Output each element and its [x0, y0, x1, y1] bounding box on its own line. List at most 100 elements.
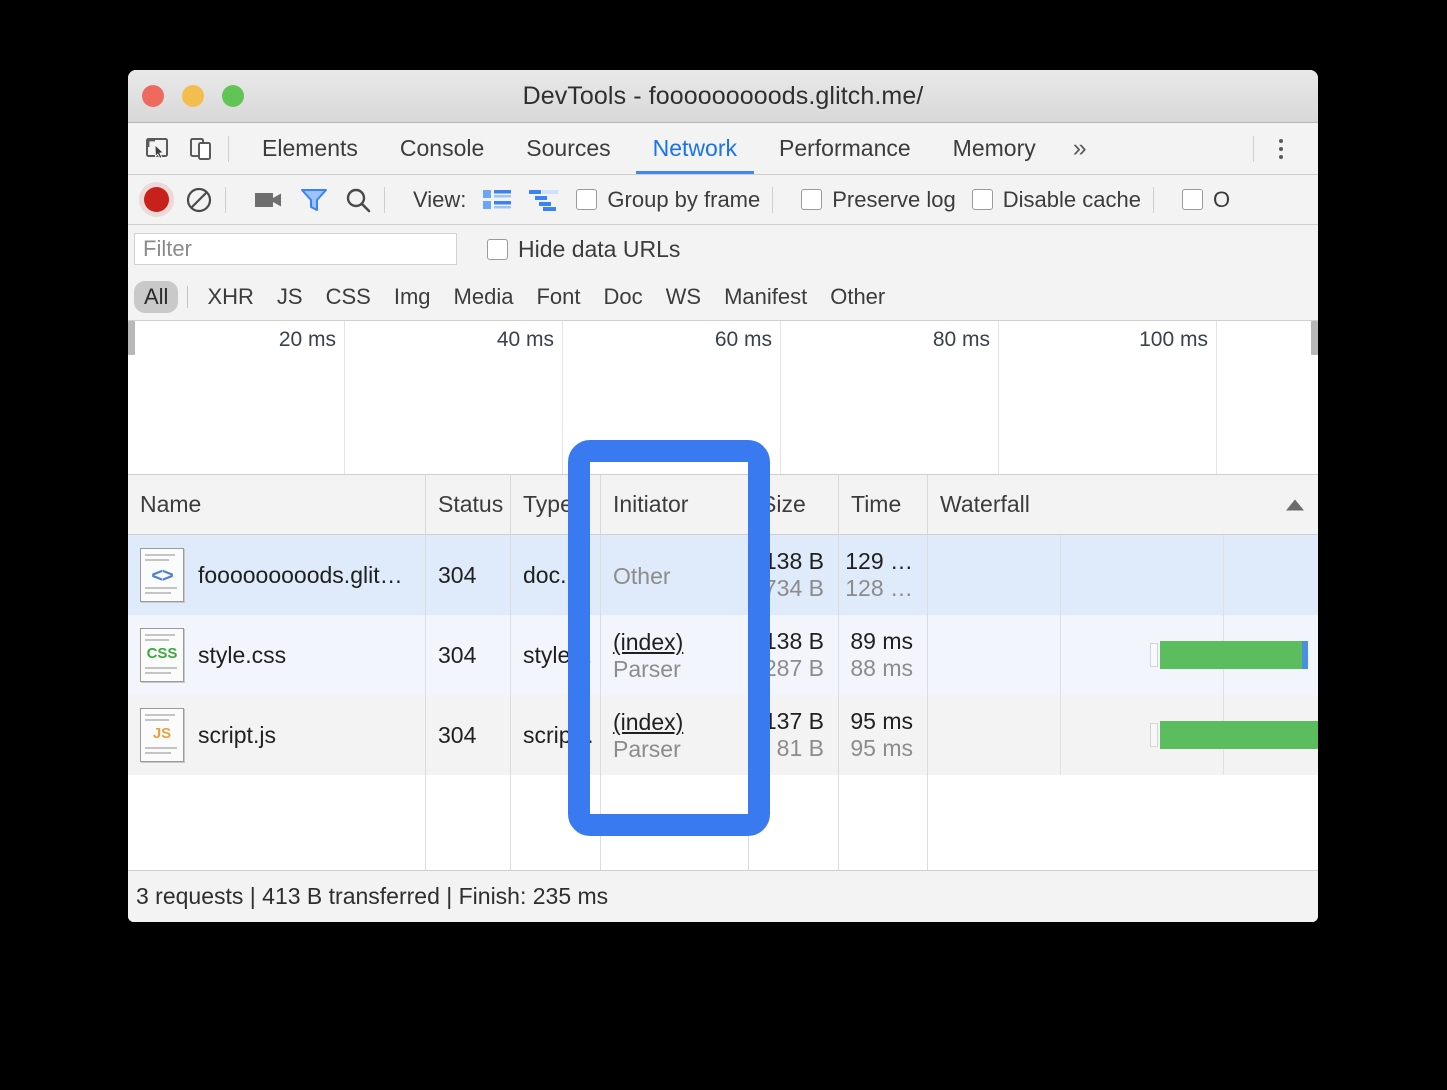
initiator-sub: Parser	[613, 656, 681, 682]
kebab-menu-icon[interactable]	[1266, 138, 1296, 159]
type-filter-css[interactable]: CSS	[316, 281, 381, 313]
clear-button[interactable]	[185, 186, 213, 214]
empty-cell	[749, 775, 839, 876]
inspect-element-icon[interactable]	[142, 134, 172, 164]
request-name-label: style.css	[198, 641, 287, 668]
column-header-status[interactable]: Status	[426, 475, 511, 534]
more-tabs-chevron-icon[interactable]: »	[1057, 123, 1103, 174]
time-sub: 88 ms	[850, 655, 913, 681]
time-main: 89 ms	[850, 627, 913, 654]
panel-tabs: Elements Console Sources Network Perform…	[241, 123, 1103, 174]
cell-type: style…	[511, 615, 601, 695]
toolbar-divider	[772, 186, 774, 213]
waterfall-view-icon[interactable]	[528, 188, 560, 212]
request-table-body: <> fooooooooods.glit… 304 doc. Other 138…	[128, 535, 1318, 876]
preserve-log-checkbox[interactable]: Preserve log	[801, 187, 956, 213]
type-filter-js[interactable]: JS	[267, 281, 313, 313]
size-sub: 81 B	[776, 735, 824, 761]
type-filter-doc[interactable]: Doc	[593, 281, 652, 313]
column-header-time[interactable]: Time	[839, 475, 928, 534]
table-row[interactable]: JS script.js 304 scrip… (index) Parser 1…	[128, 695, 1318, 775]
cell-size: 138 B 287 B	[749, 615, 839, 695]
offline-checkbox-clipped[interactable]: O	[1181, 186, 1231, 213]
css-file-icon: CSS	[140, 628, 184, 682]
cell-initiator[interactable]: (index) Parser	[601, 695, 749, 775]
empty-cell	[601, 775, 749, 876]
record-button[interactable]	[144, 187, 169, 212]
tab-network[interactable]: Network	[632, 123, 758, 174]
devtools-window: DevTools - fooooooooods.glitch.me/ Eleme…	[128, 70, 1318, 922]
device-toolbar-icon[interactable]	[186, 134, 216, 164]
cell-type: scrip…	[511, 695, 601, 775]
request-name-label: fooooooooods.glit…	[198, 561, 403, 588]
window-title: DevTools - fooooooooods.glitch.me/	[522, 82, 924, 110]
column-header-waterfall[interactable]: Waterfall	[928, 475, 1318, 534]
offline-label-clipped: O	[1212, 186, 1231, 212]
overview-tick-60ms: 60 ms	[714, 328, 772, 351]
js-badge-label: JS	[152, 725, 172, 742]
column-header-type[interactable]: Type	[511, 475, 601, 534]
hide-data-urls-checkbox[interactable]: Hide data URLs	[487, 236, 680, 263]
network-overview-timeline[interactable]: 20 ms 40 ms 60 ms 80 ms 100 ms	[128, 321, 1318, 475]
cell-initiator[interactable]: Other	[601, 535, 749, 615]
toolbar-divider	[1152, 186, 1154, 213]
type-filter-font[interactable]: Font	[526, 281, 590, 313]
size-sub: 287 B	[763, 655, 824, 681]
disable-cache-checkbox[interactable]: Disable cache	[971, 187, 1141, 213]
cell-size: 138 B 734 B	[749, 535, 839, 615]
view-label: View:	[413, 186, 467, 212]
request-table-header: Name Status Type Initiator Size Time Wat…	[128, 475, 1318, 535]
sort-ascending-arrow-icon	[1286, 499, 1304, 510]
type-filter-img[interactable]: Img	[384, 281, 441, 313]
time-main: 95 ms	[850, 707, 913, 734]
tab-performance[interactable]: Performance	[758, 123, 932, 174]
type-filter-ws[interactable]: WS	[656, 281, 711, 313]
empty-cell	[128, 775, 426, 876]
time-sub: 95 ms	[850, 735, 913, 761]
type-filter-all[interactable]: All	[134, 280, 179, 313]
cell-name[interactable]: <> fooooooooods.glit…	[128, 535, 426, 615]
tab-elements[interactable]: Elements	[241, 123, 379, 174]
tab-console[interactable]: Console	[379, 123, 505, 174]
type-filter-manifest[interactable]: Manifest	[714, 281, 817, 313]
overview-tick-100ms: 100 ms	[1139, 328, 1208, 351]
waterfall-bar	[1150, 641, 1308, 669]
css-badge-label: CSS	[146, 645, 178, 662]
type-filter-media[interactable]: Media	[444, 281, 524, 313]
overview-tick-20ms: 20 ms	[278, 328, 336, 351]
overview-left-handle[interactable]	[128, 321, 135, 355]
cell-status: 304	[426, 615, 511, 695]
table-row[interactable]: <> fooooooooods.glit… 304 doc. Other 138…	[128, 535, 1318, 615]
cell-name[interactable]: JS script.js	[128, 695, 426, 775]
cell-status: 304	[426, 695, 511, 775]
search-icon[interactable]	[344, 186, 372, 214]
tab-memory[interactable]: Memory	[932, 123, 1057, 174]
capture-screenshots-icon[interactable]	[254, 189, 284, 211]
group-by-frame-checkbox[interactable]: Group by frame	[576, 187, 760, 213]
type-filter-xhr[interactable]: XHR	[197, 281, 263, 313]
devtools-panel-tabbar: Elements Console Sources Network Perform…	[128, 123, 1318, 175]
type-filter-other[interactable]: Other	[820, 281, 895, 313]
size-sub: 734 B	[763, 575, 824, 601]
column-header-initiator[interactable]: Initiator	[601, 475, 749, 534]
filter-icon[interactable]	[300, 187, 328, 213]
cell-name[interactable]: CSS style.css	[128, 615, 426, 695]
cell-initiator[interactable]: (index) Parser	[601, 615, 749, 695]
status-summary-label: 3 requests | 413 B transferred | Finish:…	[136, 883, 609, 909]
column-header-name[interactable]: Name	[128, 475, 426, 534]
initiator-main: Other	[613, 562, 671, 589]
tab-sources[interactable]: Sources	[505, 123, 631, 174]
toolbar-divider	[1253, 135, 1254, 162]
table-row[interactable]: CSS style.css 304 style… (index) Parser …	[128, 615, 1318, 695]
overview-right-handle[interactable]	[1311, 321, 1318, 355]
list-view-icon[interactable]	[482, 188, 512, 212]
toolbar-divider	[384, 186, 385, 213]
cell-size: 137 B 81 B	[749, 695, 839, 775]
initiator-link[interactable]: (index)	[613, 629, 683, 656]
cell-status: 304	[426, 535, 511, 615]
initiator-link[interactable]: (index)	[613, 709, 683, 736]
overview-gridline	[780, 321, 781, 474]
js-file-icon: JS	[140, 708, 184, 762]
column-header-size[interactable]: Size	[749, 475, 839, 534]
filter-input[interactable]	[134, 233, 457, 265]
